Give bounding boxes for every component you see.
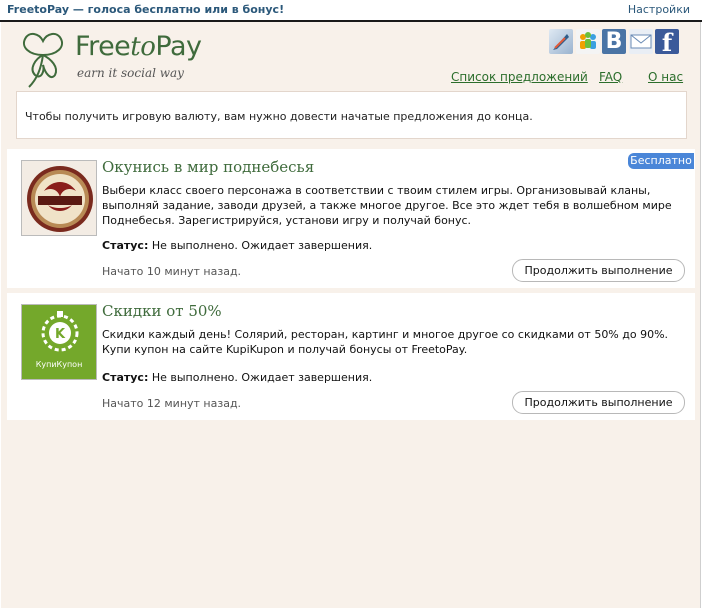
app-topbar: FreetoPay — голоса бесплатно или в бонус… (0, 0, 702, 20)
offer-title[interactable]: Скидки от 50% (102, 302, 222, 320)
continue-button[interactable]: Продолжить выполнение (512, 391, 685, 414)
offer-card: K КупиКупон Скидки от 50% Скидки каждый … (7, 293, 695, 420)
facebook-icon[interactable]: f (655, 29, 679, 56)
free-badge: Бесплатно (628, 153, 694, 169)
settings-link[interactable]: Настройки (628, 3, 690, 16)
logo-brand: FreetoPay (75, 31, 202, 62)
notice-text: Чтобы получить игровую валюту, вам нужно… (25, 110, 533, 123)
offer-started-time: Начато 10 минут назад. (102, 265, 242, 278)
notice-box: Чтобы получить игровую валюту, вам нужно… (16, 91, 687, 139)
offer-status: Статус: Не выполнено. Ожидает завершения… (102, 239, 373, 252)
offer-status: Статус: Не выполнено. Ожидает завершения… (102, 371, 373, 384)
offer-started-time: Начато 12 минут назад. (102, 397, 242, 410)
feather-icon[interactable] (549, 29, 573, 54)
podnebesya-logo-icon[interactable] (21, 160, 97, 236)
kupikupon-caption: КупиКупон (35, 360, 83, 369)
nav-offers-list[interactable]: Список предложений (451, 70, 588, 84)
svg-text:K: K (55, 327, 66, 342)
offer-description: Выбери класс своего персонажа в соответс… (102, 184, 672, 227)
continue-button[interactable]: Продолжить выполнение (512, 259, 685, 282)
logo-tagline: earn it social way (77, 66, 184, 80)
nav-about[interactable]: О нас (648, 70, 683, 84)
app-title: FreetoPay — голоса бесплатно или в бонус… (7, 3, 285, 16)
social-share-bar: B f (549, 29, 683, 56)
vk-icon[interactable]: B (602, 29, 626, 54)
nav-faq[interactable]: FAQ (599, 70, 622, 84)
freetopay-logo[interactable]: FreetoPay earn it social way (15, 25, 215, 91)
people-icon[interactable] (576, 29, 600, 54)
offer-title[interactable]: Окунись в мир поднебесья (102, 158, 314, 176)
offer-description: Скидки каждый день! Солярий, ресторан, к… (102, 328, 669, 356)
mail-icon[interactable] (629, 29, 653, 54)
kupikupon-logo-icon[interactable]: K КупиКупон (21, 304, 97, 380)
app-canvas: FreetoPay earn it social way B f Список … (1, 22, 701, 608)
offer-card: Окунись в мир поднебесья Выбери класс св… (7, 149, 695, 288)
clover-icon (23, 33, 63, 88)
